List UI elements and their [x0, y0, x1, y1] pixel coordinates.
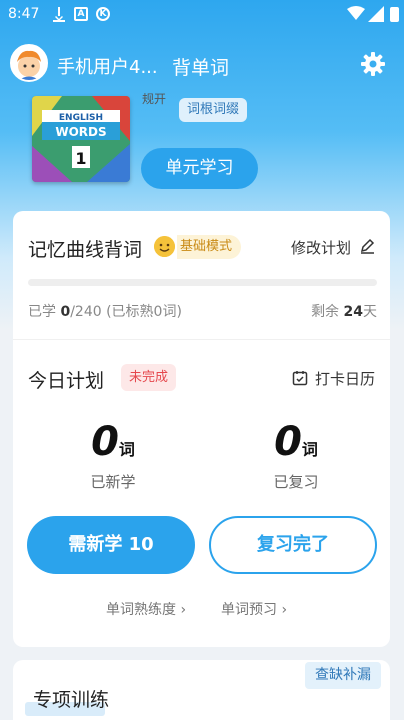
- learned-total: /240 (已标熟0词): [70, 304, 182, 320]
- word-preview-link[interactable]: 单词预习 ›: [221, 599, 287, 619]
- learned-count: 0: [60, 304, 71, 320]
- today-plan-title: 今日计划: [28, 370, 105, 392]
- checkin-calendar-link[interactable]: 打卡日历: [315, 368, 375, 389]
- edit-plan-link[interactable]: 修改计划: [291, 237, 351, 258]
- review-done-button[interactable]: 复习完了: [209, 516, 377, 574]
- book-cover[interactable]: ENGLISH WORDS 1: [32, 96, 130, 182]
- download-icon: [52, 7, 66, 22]
- book-cover-art: ENGLISH WORDS 1: [32, 96, 130, 182]
- avatar-image: [12, 46, 46, 80]
- calendar-check-icon[interactable]: [292, 370, 308, 386]
- training-card: 查缺补漏 专项训练: [13, 660, 390, 720]
- new-words-stat: 0词 已新学: [53, 419, 173, 492]
- review-count: 0: [274, 419, 302, 465]
- smile-icon: [154, 236, 175, 257]
- divider: [13, 339, 390, 340]
- plan-card: 记忆曲线背词 基础模式 修改计划 已学 0/240 (已标熟0词) 剩余 24天…: [13, 211, 390, 647]
- plan-title: 记忆曲线背词: [28, 239, 143, 261]
- remaining-prefix: 剩余: [311, 304, 344, 320]
- review-label: 已复习: [273, 473, 319, 491]
- root-chip[interactable]: 词根词缀: [179, 98, 248, 122]
- status-time: 8:47: [8, 6, 40, 22]
- remaining-days: 剩余 24天: [311, 301, 377, 321]
- k-icon: K: [96, 7, 110, 21]
- status-badge: 未完成: [121, 364, 177, 391]
- status-bar: 8:47 A K: [0, 0, 404, 30]
- new-unit: 词: [118, 440, 135, 459]
- gear-icon[interactable]: [360, 51, 386, 77]
- word-proficiency-link[interactable]: 单词熟练度 ›: [106, 599, 186, 619]
- book-cover-line-3: 1: [75, 149, 86, 168]
- remaining-days-value: 24: [343, 304, 363, 320]
- a-icon: A: [74, 7, 88, 21]
- new-count: 0: [91, 419, 119, 465]
- plan-progress-bar: [28, 279, 377, 286]
- learned-prefix: 已学: [28, 304, 61, 320]
- learned-summary: 已学 0/240 (已标熟0词): [28, 301, 182, 321]
- wifi-icon: [347, 6, 365, 20]
- unit-study-button[interactable]: 单元学习: [141, 148, 258, 189]
- avatar[interactable]: [10, 44, 48, 82]
- review-words-stat: 0词 已复习: [236, 419, 356, 492]
- remaining-suffix: 天: [363, 304, 377, 320]
- user-name[interactable]: 手机用户4...: [57, 53, 158, 79]
- book-cover-line-1: ENGLISH: [59, 113, 103, 123]
- battery-icon: [390, 7, 399, 22]
- training-title: 专项训练: [33, 689, 110, 711]
- signal-icon: [368, 6, 384, 22]
- book-subtitle: 规开: [142, 92, 167, 106]
- book-cover-line-2: WORDS: [55, 125, 106, 139]
- review-unit: 词: [301, 440, 318, 459]
- new-label: 已新学: [90, 473, 136, 491]
- learn-new-button[interactable]: 需新学 10: [27, 516, 195, 574]
- page-title: 背单词: [172, 57, 230, 79]
- pencil-icon[interactable]: [359, 238, 375, 254]
- fill-gap-chip[interactable]: 查缺补漏: [305, 662, 381, 689]
- mode-badge[interactable]: 基础模式: [177, 235, 242, 259]
- app-header: 手机用户4... 背单词: [0, 40, 404, 90]
